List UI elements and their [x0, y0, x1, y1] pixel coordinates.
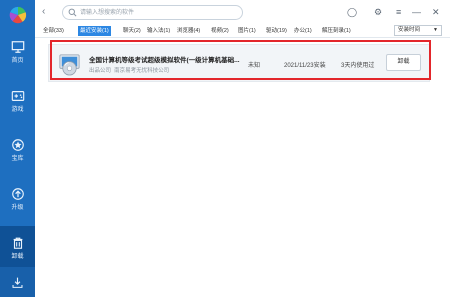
sidebar-item-label: 卸载 [11, 254, 24, 260]
sort-dropdown-value: 安装时间 [398, 27, 421, 33]
tab-image[interactable]: 图片(1) [236, 26, 258, 36]
tab-driver[interactable]: 驱动(19) [264, 26, 289, 36]
search-input[interactable] [80, 7, 235, 18]
gear-icon[interactable]: ⚙ [374, 6, 382, 18]
minimize-icon[interactable]: — [412, 6, 421, 18]
chevron-down-icon: ▼ [433, 27, 438, 33]
sidebar-item-label: 升级 [11, 205, 24, 211]
sort-dropdown[interactable]: 安装时间 ▼ [394, 25, 442, 36]
upgrade-icon [11, 188, 24, 200]
monitor-icon [11, 41, 24, 53]
menu-icon[interactable]: ≡ [396, 6, 401, 18]
app-logo-icon [9, 6, 27, 24]
sidebar-item-treasure[interactable]: 宝库 [0, 128, 35, 172]
top-bar: ‹ ◯ ⚙ ≡ — ✕ [35, 0, 450, 24]
search-icon [68, 8, 77, 17]
sidebar: 首页 游戏 宝库 升级 卸载 [0, 0, 35, 297]
highlight-annotation-box [50, 40, 431, 80]
tab-archive[interactable]: 解压刻录(1) [320, 26, 353, 36]
download-manager-button[interactable] [0, 267, 35, 297]
skin-icon[interactable]: ◯ [347, 6, 357, 18]
close-icon[interactable]: ✕ [432, 6, 440, 18]
sidebar-item-label: 游戏 [11, 107, 24, 113]
sidebar-item-games[interactable]: 游戏 [0, 79, 35, 123]
tab-browser[interactable]: 浏览器(4) [175, 26, 202, 36]
tab-video[interactable]: 视频(2) [209, 26, 231, 36]
trash-icon [13, 237, 22, 249]
tab-recent-install[interactable]: 最近安装(1) [78, 26, 111, 36]
tab-input-method[interactable]: 输入法(1) [145, 26, 172, 36]
sidebar-item-label: 宝库 [11, 156, 24, 162]
tab-office[interactable]: 办公(1) [292, 26, 314, 36]
treasure-icon [11, 139, 24, 151]
back-arrow-icon[interactable]: ‹ [42, 6, 52, 18]
category-tabs: 全部(33) 最近安装(1) 聊天(2) 输入法(1) 浏览器(4) 视频(2)… [35, 24, 450, 38]
sidebar-item-uninstall[interactable]: 卸载 [0, 226, 35, 270]
tab-all[interactable]: 全部(33) [41, 26, 66, 36]
sidebar-item-upgrade[interactable]: 升级 [0, 177, 35, 221]
sidebar-item-label: 首页 [11, 58, 24, 64]
search-box[interactable] [62, 5, 243, 20]
tab-chat[interactable]: 聊天(2) [121, 26, 143, 36]
gamepad-icon [11, 91, 24, 101]
sidebar-item-home[interactable]: 首页 [0, 30, 35, 74]
download-icon [12, 277, 23, 288]
